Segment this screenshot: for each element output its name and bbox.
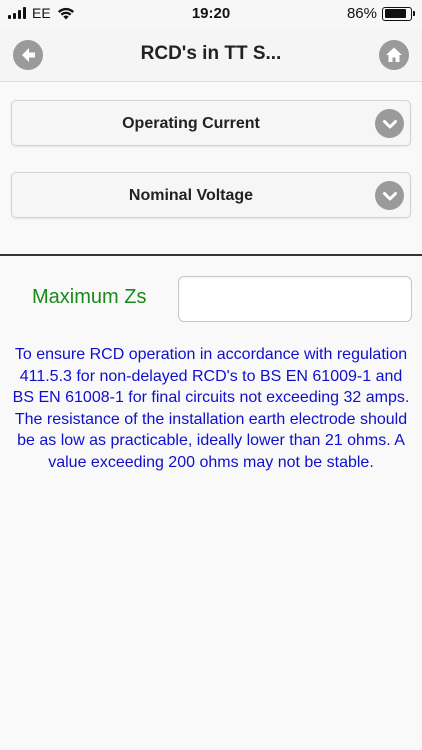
maximum-zs-label: Maximum Zs <box>32 286 147 308</box>
back-arrow-icon <box>22 48 35 62</box>
nominal-voltage-label: Nominal Voltage <box>128 187 254 204</box>
back-button[interactable] <box>13 40 43 70</box>
nominal-voltage-select[interactable]: Nominal Voltage <box>11 172 411 218</box>
chevron-down-icon <box>375 109 404 138</box>
info-text: To ensure RCD operation in accordance wi… <box>12 346 410 471</box>
chevron-down-icon <box>375 181 404 210</box>
operating-current-select[interactable]: Operating Current <box>11 100 411 146</box>
header-bar: RCD's in TT S... <box>0 28 422 82</box>
status-bar: EE 19:20 86% <box>0 0 422 28</box>
page-title: RCD's in TT S... <box>140 43 282 64</box>
battery-icon <box>382 6 415 21</box>
operating-current-label: Operating Current <box>122 115 260 132</box>
home-icon <box>386 47 402 62</box>
section-divider <box>0 254 422 256</box>
status-right: 86% <box>346 5 415 22</box>
battery-percent: 86% <box>346 5 377 22</box>
battery-fill <box>384 9 406 18</box>
home-button[interactable] <box>379 40 409 70</box>
maximum-zs-field[interactable] <box>178 276 412 322</box>
